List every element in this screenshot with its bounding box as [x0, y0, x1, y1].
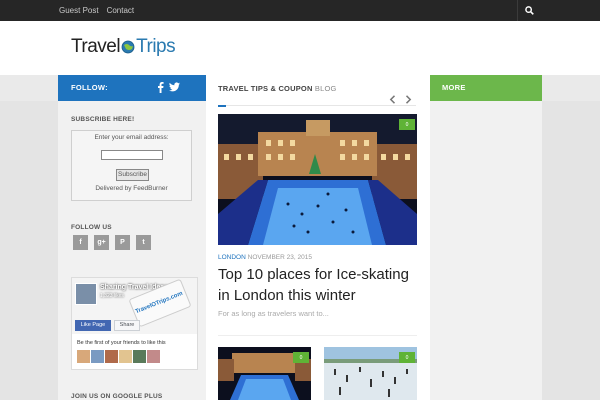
comment-count: 0	[405, 121, 409, 128]
social-icons: f g+ P t	[73, 235, 157, 250]
top-nav: Guest Post Contact	[59, 0, 142, 21]
comment-count-badge[interactable]: 0	[399, 352, 415, 363]
subscribe-button[interactable]: Subscribe	[116, 169, 149, 181]
pinterest-icon[interactable]: P	[115, 235, 130, 250]
top-bar: Guest Post Contact	[0, 0, 600, 21]
follow-bar: FOLLOW:	[58, 75, 206, 101]
globe-icon	[121, 40, 135, 54]
divider	[218, 105, 416, 106]
subscribe-form: Enter your email address: Subscribe Deli…	[71, 130, 192, 201]
featured-post-image[interactable]: 0	[218, 114, 417, 245]
fb-page-likes: 1,323 likes	[100, 293, 124, 299]
fb-page-thumb[interactable]	[75, 283, 97, 305]
post-thumbnail[interactable]: 0	[218, 347, 311, 400]
avatar[interactable]	[119, 350, 132, 363]
nav-contact[interactable]: Contact	[107, 6, 135, 15]
search-button[interactable]	[517, 0, 541, 21]
email-field[interactable]	[101, 150, 163, 160]
comment-count-badge[interactable]: 0	[293, 352, 309, 363]
chevron-right-icon[interactable]	[405, 95, 412, 104]
post-excerpt: For as long as travelers want to...	[218, 309, 329, 318]
section-heading: TRAVEL TIPS & COUPON BLOG	[218, 84, 337, 93]
more-label: MORE	[442, 83, 466, 92]
avatar[interactable]	[105, 350, 118, 363]
more-bar[interactable]: MORE	[430, 75, 542, 101]
feedburner-credit: Delivered by FeedBurner	[95, 185, 168, 192]
follow-us-title: FOLLOW US	[71, 224, 112, 231]
post-category[interactable]: LONDON	[218, 254, 246, 261]
fb-first-friends: Be the first of your friends to like thi…	[77, 340, 166, 346]
avatar[interactable]	[147, 350, 160, 363]
avatar[interactable]	[91, 350, 104, 363]
avatar[interactable]	[133, 350, 146, 363]
logo-text-trips: Trips	[136, 36, 176, 57]
fb-like-button[interactable]: Like Page	[75, 320, 111, 331]
nav-guest-post[interactable]: Guest Post	[59, 6, 99, 15]
page-background-right	[542, 101, 600, 400]
divider	[218, 335, 417, 336]
twitter-icon[interactable]: t	[136, 235, 151, 250]
section-heading-suffix: BLOG	[314, 84, 337, 93]
twitter-icon[interactable]	[169, 82, 180, 92]
post-thumbnail[interactable]: 0	[324, 347, 417, 400]
fb-share-button[interactable]: Share	[114, 320, 140, 331]
comment-count-badge[interactable]: 0	[399, 119, 415, 130]
facebook-icon[interactable]	[157, 82, 164, 93]
post-date: NOVEMBER 23, 2015	[247, 254, 312, 261]
logo-text-travel: Travel	[71, 36, 121, 57]
divider-accent	[218, 105, 226, 107]
left-sidebar: FOLLOW: SUBSCRIBE HERE! Enter your email…	[58, 75, 206, 400]
site-header: Travel Trips	[0, 21, 600, 75]
post-title[interactable]: Top 10 places for Ice-skating in London …	[218, 264, 423, 306]
post-meta: LONDON NOVEMBER 23, 2015	[218, 254, 312, 261]
page-background-left	[0, 101, 58, 400]
chevron-left-icon[interactable]	[389, 95, 396, 104]
facebook-icon[interactable]: f	[73, 235, 88, 250]
subscribe-prompt: Enter your email address:	[94, 134, 169, 141]
search-icon	[525, 6, 534, 15]
google-plus-icon[interactable]: g+	[94, 235, 109, 250]
section-heading-text: TRAVEL TIPS & COUPON	[218, 84, 313, 93]
right-sidebar: MORE	[430, 75, 542, 400]
avatar[interactable]	[77, 350, 90, 363]
comment-count: 0	[405, 354, 409, 361]
main-column: TRAVEL TIPS & COUPON BLOG 0 LONDON NOVEM…	[206, 75, 430, 400]
site-logo[interactable]: Travel Trips	[71, 36, 176, 58]
subscribe-title: SUBSCRIBE HERE!	[71, 116, 135, 123]
fb-friend-faces	[77, 350, 161, 363]
ice-rink-night-image	[218, 114, 417, 245]
facebook-page-widget: Sharing Travel Ideas 1,323 likes TravelO…	[71, 277, 198, 370]
comment-count: 0	[299, 354, 303, 361]
follow-label: FOLLOW:	[71, 83, 108, 92]
gplus-title: JOIN US ON GOOGLE PLUS	[71, 393, 163, 400]
